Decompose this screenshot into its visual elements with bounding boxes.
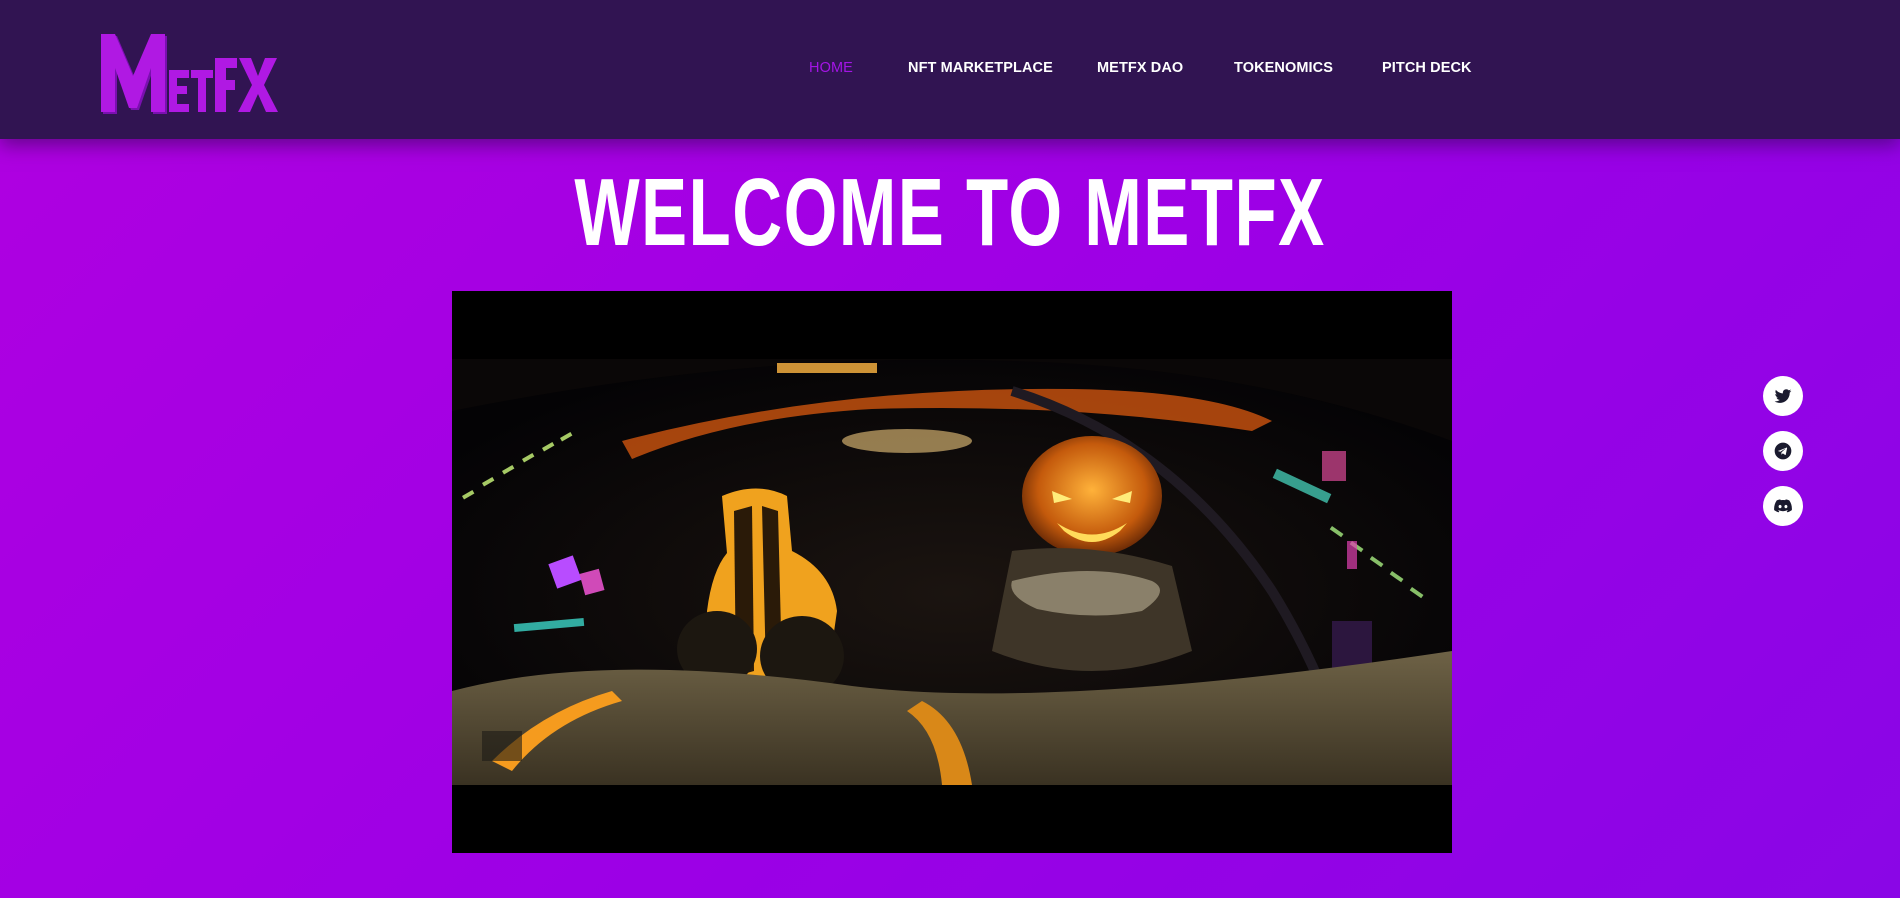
nav-nft-marketplace[interactable]: NFT MARKETPLACE xyxy=(908,60,1053,76)
social-links xyxy=(1763,376,1803,541)
video-player[interactable] xyxy=(452,291,1452,853)
nav-pitch-deck[interactable]: PITCH DECK xyxy=(1382,60,1472,76)
main-nav: HOME NFT MARKETPLACE METFX DAO TOKENOMIC… xyxy=(0,60,1900,80)
nav-home[interactable]: HOME xyxy=(809,60,853,76)
discord-icon xyxy=(1774,499,1792,513)
discord-button[interactable] xyxy=(1763,486,1803,526)
twitter-button[interactable] xyxy=(1763,376,1803,416)
nav-metfx-dao[interactable]: METFX DAO xyxy=(1097,60,1183,76)
hero-title: WELCOME TO METFX xyxy=(574,159,1326,266)
telegram-icon xyxy=(1774,442,1792,460)
nav-tokenomics[interactable]: TOKENOMICS xyxy=(1234,60,1333,76)
telegram-button[interactable] xyxy=(1763,431,1803,471)
twitter-icon xyxy=(1774,389,1792,403)
site-header: HOME NFT MARKETPLACE METFX DAO TOKENOMIC… xyxy=(0,0,1900,139)
